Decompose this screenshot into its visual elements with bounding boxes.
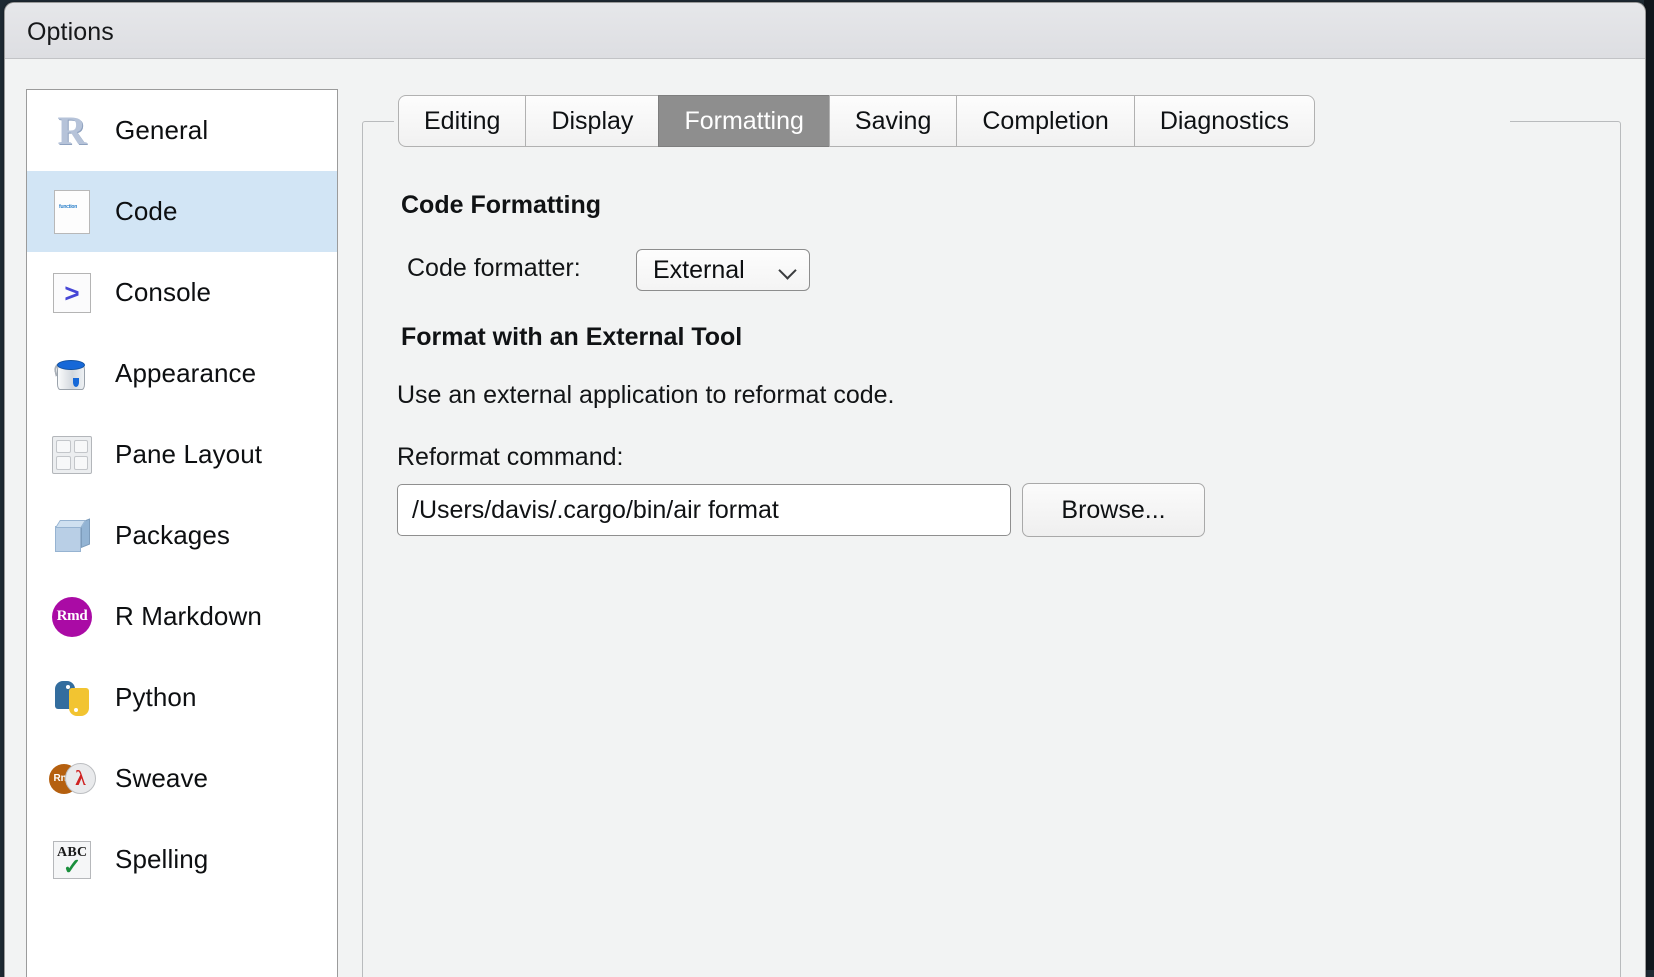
sidebar-item-appearance[interactable]: Appearance xyxy=(27,333,337,414)
browse-button[interactable]: Browse... xyxy=(1022,483,1205,537)
code-formatter-value: External xyxy=(653,255,745,284)
options-category-list[interactable]: R General function Code > Console Appear… xyxy=(26,89,338,977)
tab-saving[interactable]: Saving xyxy=(828,95,957,147)
spelling-icon-check: ✓ xyxy=(63,853,82,879)
options-dialog: Options R General function Code > Consol… xyxy=(4,2,1646,977)
pane-layout-icon xyxy=(49,432,95,478)
sidebar-item-label: Code xyxy=(115,196,178,226)
sidebar-item-label: Appearance xyxy=(115,358,257,388)
package-box-icon xyxy=(49,513,95,559)
pdf-icon-glyph: λ xyxy=(65,762,96,794)
tab-display[interactable]: Display xyxy=(525,95,659,147)
sidebar-item-code[interactable]: function Code xyxy=(27,171,337,252)
sidebar-item-label: Pane Layout xyxy=(115,439,263,469)
rmd-badge-icon: Rmd xyxy=(49,594,95,640)
dialog-titlebar: Options xyxy=(5,3,1645,59)
reformat-command-label: Reformat command: xyxy=(397,443,624,471)
sweave-rnw-pdf-icon: Rnw λ xyxy=(49,756,96,802)
r-logo-glyph: R xyxy=(57,107,87,153)
code-icon-function-text: function xyxy=(59,203,78,210)
tab-formatting[interactable]: Formatting xyxy=(658,95,829,147)
code-formatter-select[interactable]: External xyxy=(636,249,810,291)
spelling-abc-check-icon: ABC ✓ xyxy=(49,837,95,883)
section-heading-external-tool: Format with an External Tool xyxy=(401,323,743,351)
sidebar-item-label: Packages xyxy=(115,520,230,550)
sidebar-item-label: Sweave xyxy=(115,763,209,793)
tab-editing[interactable]: Editing xyxy=(398,95,526,147)
sidebar-item-sweave[interactable]: Rnw λ Sweave xyxy=(27,738,337,819)
paint-bucket-icon xyxy=(49,351,95,397)
r-logo-icon: R xyxy=(49,108,95,154)
tab-bar[interactable]: Editing Display Formatting Saving Comple… xyxy=(398,95,1316,147)
console-prompt-icon: > xyxy=(49,270,95,316)
sidebar-item-label: General xyxy=(115,115,209,145)
tab-panel xyxy=(362,121,1621,977)
sidebar-item-label: Spelling xyxy=(115,844,209,874)
sidebar-item-r-markdown[interactable]: Rmd R Markdown xyxy=(27,576,337,657)
tab-completion[interactable]: Completion xyxy=(956,95,1134,147)
rmd-icon-text: Rmd xyxy=(52,596,92,637)
console-icon-glyph: > xyxy=(53,272,91,313)
python-logo-icon xyxy=(49,675,95,721)
dialog-title: Options xyxy=(27,18,114,46)
chevron-down-icon xyxy=(779,261,797,279)
sidebar-item-pane-layout[interactable]: Pane Layout xyxy=(27,414,337,495)
sidebar-item-python[interactable]: Python xyxy=(27,657,337,738)
reformat-command-input[interactable]: /Users/davis/.cargo/bin/air format xyxy=(397,484,1011,536)
sidebar-item-packages[interactable]: Packages xyxy=(27,495,337,576)
sidebar-item-spelling[interactable]: ABC ✓ Spelling xyxy=(27,819,337,900)
external-tool-description: Use an external application to reformat … xyxy=(397,381,895,409)
section-heading-code-formatting: Code Formatting xyxy=(401,191,601,219)
sidebar-item-label: Python xyxy=(115,682,197,712)
code-formatter-label: Code formatter: xyxy=(407,254,581,282)
sidebar-item-console[interactable]: > Console xyxy=(27,252,337,333)
sidebar-item-general[interactable]: R General xyxy=(27,90,337,171)
code-document-icon: function xyxy=(49,189,95,235)
sidebar-item-label: Console xyxy=(115,277,212,307)
tab-diagnostics[interactable]: Diagnostics xyxy=(1133,95,1316,147)
sidebar-item-label: R Markdown xyxy=(115,601,262,631)
